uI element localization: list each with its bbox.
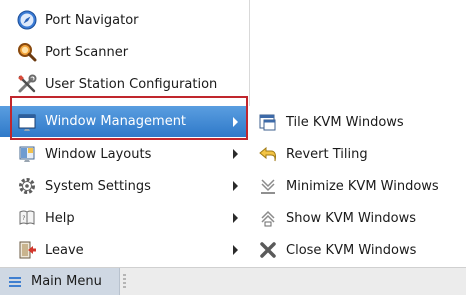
- taskbar: Main Menu: [0, 267, 466, 295]
- menu-item-label: Port Scanner: [45, 44, 129, 60]
- submenu-item-label: Revert Tiling: [286, 146, 368, 162]
- submenu-arrow-icon: [233, 245, 238, 255]
- submenu-item-minimize-kvm-windows[interactable]: Minimize KVM Windows: [249, 170, 466, 202]
- submenu-item-label: Tile KVM Windows: [286, 114, 404, 130]
- submenu-item-show-kvm-windows[interactable]: Show KVM Windows: [249, 202, 466, 234]
- submenu-arrow-icon: [233, 181, 238, 191]
- submenu-item-tile-kvm-windows[interactable]: Tile KVM Windows: [249, 106, 466, 138]
- layout-icon: [16, 143, 38, 165]
- main-menu-button[interactable]: Main Menu: [0, 268, 120, 295]
- exit-icon: [16, 239, 38, 261]
- window-icon: [16, 111, 38, 133]
- menu-item-label: User Station Configuration: [45, 76, 218, 92]
- revert-arrow-icon: [257, 143, 279, 165]
- menu-item-window-layouts[interactable]: Window Layouts: [0, 138, 248, 170]
- tile-icon: [257, 111, 279, 133]
- menu-item-window-management[interactable]: Window Management: [0, 106, 248, 137]
- menu-item-port-scanner[interactable]: Port Scanner: [0, 36, 248, 68]
- menu-item-label: Port Navigator: [45, 12, 139, 28]
- menu-item-label: System Settings: [45, 178, 151, 194]
- menu-item-system-settings[interactable]: System Settings: [0, 170, 248, 202]
- magnifier-icon: [16, 41, 38, 63]
- menu-item-label: Help: [45, 210, 75, 226]
- submenu-item-revert-tiling[interactable]: Revert Tiling: [249, 138, 466, 170]
- hamburger-icon: [8, 275, 22, 289]
- menu-item-label: Leave: [45, 242, 84, 258]
- main-menu: Port Navigator Port Scanner User Station…: [0, 0, 250, 267]
- minimize-icon: [257, 175, 279, 197]
- submenu-item-close-kvm-windows[interactable]: Close KVM Windows: [249, 234, 466, 266]
- menu-item-user-station-configuration[interactable]: User Station Configuration: [0, 68, 248, 100]
- show-icon: [257, 207, 279, 229]
- svg-text:?: ?: [22, 215, 25, 222]
- menu-item-leave[interactable]: Leave: [0, 234, 248, 266]
- submenu-item-label: Show KVM Windows: [286, 210, 417, 226]
- help-icon: ?: [16, 207, 38, 229]
- submenu-arrow-icon: [233, 213, 238, 223]
- tools-icon: [16, 73, 38, 95]
- submenu-item-label: Minimize KVM Windows: [286, 178, 439, 194]
- gear-icon: [16, 175, 38, 197]
- menu-item-help[interactable]: ? Help: [0, 202, 248, 234]
- menu-item-label: Window Management: [45, 114, 187, 129]
- close-icon: [257, 239, 279, 261]
- menu-item-port-navigator[interactable]: Port Navigator: [0, 4, 248, 36]
- submenu-arrow-icon: [233, 116, 238, 127]
- window-management-submenu: Tile KVM Windows Revert Tiling Minimize …: [249, 106, 466, 267]
- submenu-arrow-icon: [233, 149, 238, 159]
- taskbar-grip-handle[interactable]: [123, 274, 126, 289]
- submenu-item-label: Close KVM Windows: [286, 242, 417, 258]
- compass-icon: [16, 9, 38, 31]
- menu-item-label: Window Layouts: [45, 146, 152, 162]
- main-menu-label: Main Menu: [31, 274, 102, 289]
